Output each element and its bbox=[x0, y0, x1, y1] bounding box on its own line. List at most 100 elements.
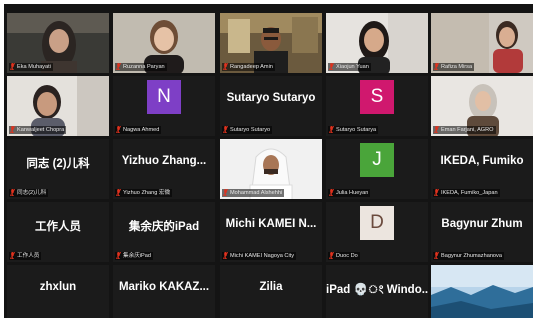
participant-name: Sutaryo Sutarya bbox=[336, 127, 377, 133]
participant-name-label: Julia Hueyan bbox=[328, 189, 371, 197]
muted-mic-icon bbox=[329, 63, 334, 70]
muted-mic-icon bbox=[223, 126, 228, 133]
participant-tile[interactable]: Rafiza Mirsa bbox=[431, 13, 533, 73]
participant-display-name: Sutaryo Sutaryo bbox=[226, 92, 316, 104]
muted-mic-icon bbox=[223, 63, 228, 70]
participant-name: Nagwa Ahmed bbox=[123, 127, 160, 133]
participant-display-name: zhxlun bbox=[39, 281, 77, 293]
participant-tile[interactable]: IKEDA, Fumiko IKEDA, Fumiko_Japan bbox=[431, 139, 533, 199]
participant-tile[interactable]: Sutaryo Sutaryo Sutaryo Sutaryo bbox=[220, 76, 322, 136]
participant-name-label: Michi KAMEI Nagoya City bbox=[222, 252, 297, 260]
participant-name-label: 集余庆iPad bbox=[115, 252, 153, 260]
participant-name-label: Ruzanna Paryan bbox=[115, 63, 167, 71]
participant-display-name: Zilia bbox=[259, 281, 283, 293]
participant-name-label: Sutaryo Sutaryo bbox=[222, 126, 273, 134]
participant-tile[interactable]: S Sutaryo Sutarya bbox=[326, 76, 428, 136]
participant-name: IKEDA, Fumiko_Japan bbox=[441, 190, 498, 196]
participant-name: 工作人员 bbox=[17, 253, 40, 259]
avatar-initial: N bbox=[147, 80, 181, 114]
participant-display-name: IKEDA, Fumiko bbox=[440, 155, 524, 167]
muted-mic-icon bbox=[434, 252, 439, 259]
avatar-initial: D bbox=[360, 206, 394, 240]
participant-name: Bagynur Zhumazhanova bbox=[441, 253, 502, 259]
participant-tile[interactable]: zhxlun bbox=[7, 265, 109, 318]
participant-display-name: Michi KAMEI N... bbox=[225, 218, 317, 230]
participant-tile[interactable]: Mohammad Alshehhi bbox=[220, 139, 322, 199]
participant-name-label: IKEDA, Fumiko_Japan bbox=[433, 189, 500, 197]
muted-mic-icon bbox=[116, 189, 121, 196]
participant-name: Yizhuo Zhang 宏微 bbox=[123, 190, 171, 196]
participant-grid: Eka Muhayati Ruzanna Paryan Rangadeep Am… bbox=[4, 4, 533, 318]
video-feed bbox=[431, 265, 533, 318]
participant-tile[interactable]: Zilia bbox=[220, 265, 322, 318]
participant-tile[interactable]: 工作人员 工作人员 bbox=[7, 202, 109, 262]
participant-name: Sutaryo Sutaryo bbox=[230, 127, 271, 133]
participant-name: Duoc Do bbox=[336, 253, 358, 259]
participant-name: 集余庆iPad bbox=[123, 253, 151, 259]
participant-tile[interactable]: Ruzanna Paryan bbox=[113, 13, 215, 73]
participant-display-name: 集余庆的iPad bbox=[128, 221, 200, 233]
participant-name-label: Xiaojun Yuan bbox=[328, 63, 371, 71]
participant-name-label: 同志(2)儿科 bbox=[9, 189, 49, 197]
participant-display-name: Mariko KAKAZ... bbox=[118, 281, 210, 293]
muted-mic-icon bbox=[10, 189, 15, 196]
participant-tile[interactable]: Eman Farjani, AGRO bbox=[431, 76, 533, 136]
participant-display-name: Yizhuo Zhang... bbox=[121, 155, 207, 167]
participant-tile[interactable]: Michi KAMEI N... Michi KAMEI Nagoya City bbox=[220, 202, 322, 262]
participant-tile[interactable]: N Nagwa Ahmed bbox=[113, 76, 215, 136]
participant-name-label: Sutaryo Sutarya bbox=[328, 126, 379, 134]
participant-tile[interactable]: J Julia Hueyan bbox=[326, 139, 428, 199]
muted-mic-icon bbox=[10, 126, 15, 133]
meeting-window: Eka Muhayati Ruzanna Paryan Rangadeep Am… bbox=[0, 0, 533, 318]
muted-mic-icon bbox=[329, 126, 334, 133]
muted-mic-icon bbox=[116, 252, 121, 259]
participant-tile[interactable]: iPad 💀ং Windo... bbox=[326, 265, 428, 318]
participant-name-label: Eman Farjani, AGRO bbox=[433, 126, 496, 134]
participant-display-name: iPad 💀ং Windo... bbox=[326, 284, 428, 296]
participant-tile[interactable]: Xiaojun Yuan bbox=[326, 13, 428, 73]
muted-mic-icon bbox=[434, 126, 439, 133]
muted-mic-icon bbox=[10, 252, 15, 259]
participant-tile[interactable]: Kanwaljeet Chopra bbox=[7, 76, 109, 136]
participant-display-name: Bagynur Zhum bbox=[441, 218, 523, 230]
participant-display-name: 工作人员 bbox=[35, 221, 81, 233]
avatar-initial: J bbox=[360, 143, 394, 177]
participant-name: Michi KAMEI Nagoya City bbox=[230, 253, 295, 259]
participant-tile[interactable]: Mariko KAKAZ... bbox=[113, 265, 215, 318]
participant-name: Eman Farjani, AGRO bbox=[441, 127, 494, 133]
participant-name: 同志(2)儿科 bbox=[17, 190, 47, 196]
muted-mic-icon bbox=[116, 126, 121, 133]
participant-tile[interactable]: 同志 (2)儿科 同志(2)儿科 bbox=[7, 139, 109, 199]
participant-name-label: Nagwa Ahmed bbox=[115, 126, 162, 134]
participant-name-label: Kanwaljeet Chopra bbox=[9, 126, 67, 134]
participant-display-name: 同志 (2)儿科 bbox=[26, 158, 90, 170]
participant-name: Mohammad Alshehhi bbox=[230, 190, 283, 196]
muted-mic-icon bbox=[10, 63, 15, 70]
participant-tile[interactable]: 集余庆的iPad 集余庆iPad bbox=[113, 202, 215, 262]
participant-name-label: Bagynur Zhumazhanova bbox=[433, 252, 504, 260]
participant-name: Eka Muhayati bbox=[17, 64, 51, 70]
participant-name-label: Rangadeep Amin bbox=[222, 63, 275, 71]
participant-name: Rafiza Mirsa bbox=[441, 64, 473, 70]
muted-mic-icon bbox=[223, 252, 228, 259]
participant-tile[interactable]: Rangadeep Amin bbox=[220, 13, 322, 73]
muted-mic-icon bbox=[329, 252, 334, 259]
participant-tile[interactable]: D Duoc Do bbox=[326, 202, 428, 262]
participant-name-label: 工作人员 bbox=[9, 252, 42, 260]
participant-name: Xiaojun Yuan bbox=[336, 64, 369, 70]
muted-mic-icon bbox=[434, 63, 439, 70]
participant-name: Rangadeep Amin bbox=[230, 64, 273, 70]
muted-mic-icon bbox=[434, 189, 439, 196]
participant-tile[interactable]: Bagynur Zhum Bagynur Zhumazhanova bbox=[431, 202, 533, 262]
muted-mic-icon bbox=[329, 189, 334, 196]
participant-name-label: Duoc Do bbox=[328, 252, 360, 260]
participant-name: Kanwaljeet Chopra bbox=[17, 127, 65, 133]
participant-name-label: Rafiza Mirsa bbox=[433, 63, 475, 71]
participant-tile[interactable]: Yizhuo Zhang... Yizhuo Zhang 宏微 bbox=[113, 139, 215, 199]
participant-name: Julia Hueyan bbox=[336, 190, 369, 196]
participant-tile[interactable] bbox=[431, 265, 533, 318]
participant-name: Ruzanna Paryan bbox=[123, 64, 165, 70]
avatar-initial: S bbox=[360, 80, 394, 114]
participant-tile[interactable]: Eka Muhayati bbox=[7, 13, 109, 73]
participant-name-label: Mohammad Alshehhi bbox=[222, 189, 285, 197]
